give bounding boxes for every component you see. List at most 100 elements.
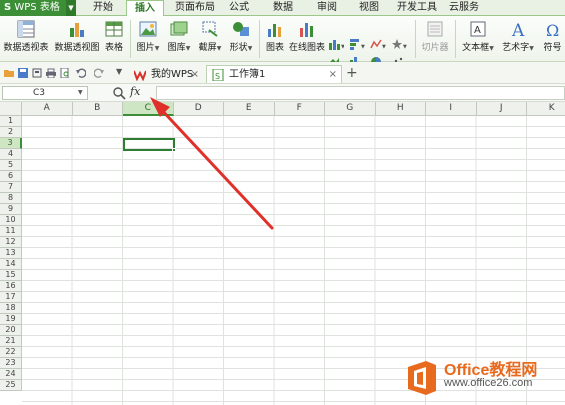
column-header-f[interactable]: F	[274, 102, 325, 116]
slicer-button[interactable]: 切片器	[418, 18, 452, 60]
row-header-16[interactable]: 16	[0, 281, 22, 292]
insert-function-fx-button[interactable]: fx	[130, 85, 140, 98]
row-header-17[interactable]: 17	[0, 292, 22, 303]
column-header-e[interactable]: E	[224, 102, 275, 116]
ribbon-separator	[130, 20, 131, 58]
column-header-g[interactable]: G	[325, 102, 376, 116]
doc-tab-workbook1[interactable]: S 工作簿1 ×	[206, 65, 342, 83]
column-header-i[interactable]: I	[426, 102, 477, 116]
row-header-3[interactable]: 3	[0, 138, 22, 149]
gallery-button[interactable]: 图库▼	[164, 18, 194, 60]
row-header-9[interactable]: 9	[0, 204, 22, 215]
table-button[interactable]: 表格	[102, 18, 126, 60]
open-folder-icon[interactable]	[4, 68, 14, 78]
row-header-4[interactable]: 4	[0, 149, 22, 160]
undo-icon[interactable]	[76, 68, 86, 78]
row-header-1[interactable]: 1	[0, 116, 22, 127]
active-cell-c3[interactable]	[123, 138, 176, 152]
row-header-12[interactable]: 12	[0, 237, 22, 248]
column-header-b[interactable]: B	[72, 102, 123, 116]
chevron-down-icon: ▼	[185, 45, 191, 52]
row-header-11[interactable]: 11	[0, 226, 22, 237]
picture-icon	[139, 21, 157, 37]
watermark: Office教程网 www.office26.com	[404, 353, 564, 403]
redo-icon[interactable]	[94, 68, 104, 78]
name-box[interactable]: C3	[2, 86, 88, 100]
chevron-down-icon: ▼	[154, 45, 160, 52]
online-chart-button[interactable]: 在线图表	[288, 18, 326, 60]
row-header-19[interactable]: 19	[0, 314, 22, 325]
star-chart-icon[interactable]: ▼	[391, 38, 407, 50]
chevron-down-icon[interactable]: ▼	[78, 86, 83, 100]
row-header-25[interactable]: 25	[0, 380, 22, 391]
textbox-button[interactable]: A 文本框▼	[458, 18, 498, 60]
print-icon[interactable]	[46, 68, 56, 78]
column-header-c[interactable]: C	[123, 102, 174, 116]
row-header-22[interactable]: 22	[0, 347, 22, 358]
row-header-14[interactable]: 14	[0, 259, 22, 270]
close-icon[interactable]: ×	[191, 66, 199, 83]
tab-formulas[interactable]: 公式	[226, 0, 252, 16]
row-header-8[interactable]: 8	[0, 193, 22, 204]
gallery-icon	[170, 21, 188, 36]
tab-insert[interactable]: 插入	[126, 0, 164, 17]
app-menu-label: WPS 表格	[14, 2, 60, 13]
wordart-button[interactable]: A 艺术字▼	[499, 18, 537, 60]
row-header-7[interactable]: 7	[0, 182, 22, 193]
zoom-magnifier-icon[interactable]	[112, 86, 126, 100]
symbol-button[interactable]: Ω 符号	[540, 18, 565, 60]
wordart-label: 艺术字	[502, 43, 530, 53]
row-header-2[interactable]: 2	[0, 127, 22, 138]
row-header-18[interactable]: 18	[0, 303, 22, 314]
picture-button[interactable]: 图片▼	[133, 18, 163, 60]
pivot-chart-label: 数据透视图	[54, 43, 100, 53]
chevron-down-icon: ▼	[489, 45, 494, 52]
fill-handle[interactable]	[172, 148, 176, 152]
save-as-icon[interactable]	[32, 68, 42, 78]
doc-tab-my-wps[interactable]: 我的WPS ×	[128, 65, 204, 83]
column-header-j[interactable]: J	[476, 102, 527, 116]
line-chart-icon[interactable]: ▼	[370, 38, 386, 50]
row-header-21[interactable]: 21	[0, 336, 22, 347]
close-icon[interactable]: ×	[329, 66, 337, 83]
doc-tab-label: 工作簿1	[229, 69, 266, 80]
quick-access-toolbar: ▼ 我的WPS × S 工作簿1 × +	[0, 62, 565, 84]
tab-page-layout[interactable]: 页面布局	[172, 0, 218, 16]
save-icon[interactable]	[18, 68, 28, 78]
row-header-13[interactable]: 13	[0, 248, 22, 259]
tab-home[interactable]: 开始	[88, 0, 118, 16]
tab-review[interactable]: 审阅	[314, 0, 340, 16]
print-preview-icon[interactable]	[60, 68, 70, 78]
column-chart-icon[interactable]: ▼	[328, 38, 344, 50]
formula-input[interactable]	[156, 86, 565, 100]
row-header-23[interactable]: 23	[0, 358, 22, 369]
new-tab-plus-icon[interactable]: +	[346, 65, 358, 81]
shapes-button[interactable]: 形状▼	[226, 18, 256, 60]
app-menu-button[interactable]: S WPS 表格 ▼	[0, 0, 76, 16]
chart-button[interactable]: 图表	[262, 18, 288, 60]
column-header-h[interactable]: H	[375, 102, 426, 116]
customize-toolbar-icon[interactable]: ▼	[116, 67, 122, 76]
column-header-k[interactable]: K	[527, 102, 565, 116]
svg-text:S: S	[215, 72, 220, 81]
row-header-24[interactable]: 24	[0, 369, 22, 380]
tab-developer[interactable]: 开发工具	[394, 0, 440, 16]
tab-view[interactable]: 视图	[356, 0, 382, 16]
row-header-15[interactable]: 15	[0, 270, 22, 281]
row-header-10[interactable]: 10	[0, 215, 22, 226]
tab-data[interactable]: 数据	[270, 0, 296, 16]
chevron-down-icon[interactable]: ▼	[66, 0, 76, 16]
row-header-20[interactable]: 20	[0, 325, 22, 336]
pivot-chart-button[interactable]: 数据透视图	[54, 18, 100, 60]
slicer-label: 切片器	[421, 43, 449, 53]
menu-bar: S WPS 表格 ▼ 开始 插入 页面布局 公式 数据 审阅 视图 开发工具 云…	[0, 0, 565, 17]
column-header-a[interactable]: A	[22, 102, 73, 116]
row-header-5[interactable]: 5	[0, 160, 22, 171]
screenshot-button[interactable]: 截屏▼	[195, 18, 225, 60]
select-all-corner[interactable]	[0, 102, 22, 116]
row-header-6[interactable]: 6	[0, 171, 22, 182]
tab-cloud[interactable]: 云服务	[446, 0, 482, 16]
bar-chart-icon[interactable]: ▼	[349, 38, 365, 50]
column-header-d[interactable]: D	[173, 102, 224, 116]
pivot-table-button[interactable]: 数据透视表	[2, 18, 50, 60]
